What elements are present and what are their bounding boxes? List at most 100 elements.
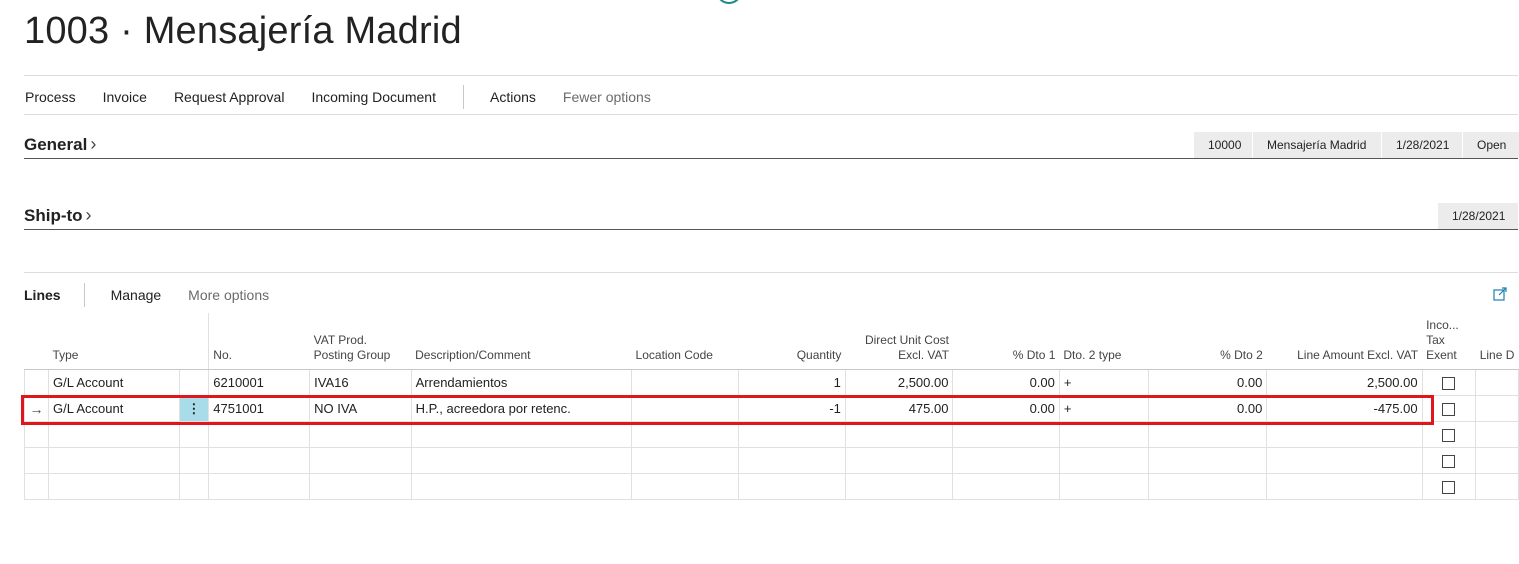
checkbox[interactable] <box>1442 481 1456 495</box>
cell-description[interactable]: Arrendamientos <box>411 369 633 396</box>
cell-amount[interactable] <box>1266 473 1423 500</box>
more-options-button[interactable]: More options <box>188 287 269 303</box>
cell-type[interactable] <box>48 421 180 448</box>
table-row[interactable] <box>24 447 1519 474</box>
cell-tax-exent[interactable] <box>1422 369 1477 396</box>
cell-cost[interactable] <box>845 421 954 448</box>
checkbox[interactable] <box>1442 377 1456 391</box>
cell-quantity[interactable]: 1 <box>738 369 846 396</box>
cell-vat[interactable]: IVA16 <box>309 369 412 396</box>
col-tax-exent[interactable]: Inco... Tax Exent <box>1422 313 1476 370</box>
col-type[interactable]: Type <box>48 313 180 370</box>
cell-vat[interactable] <box>309 473 412 500</box>
cell-tax-exent[interactable] <box>1422 447 1477 474</box>
col-dto1[interactable]: % Dto 1 <box>952 313 1060 370</box>
col-direct-unit-cost[interactable]: Direct Unit Cost Excl. VAT <box>845 313 953 370</box>
cell-dto2[interactable] <box>1148 421 1268 448</box>
cell-cost[interactable] <box>845 473 954 500</box>
table-row[interactable]: G/L Account 6210001 IVA16 Arrendamientos… <box>24 369 1519 396</box>
cell-no[interactable]: 6210001 <box>208 369 311 396</box>
cell-dto2[interactable] <box>1148 447 1268 474</box>
cell-type[interactable] <box>48 473 180 500</box>
table-row[interactable]: → G/L Account ⋮ 4751001 NO IVA H.P., acr… <box>24 395 1519 422</box>
cell-location[interactable] <box>631 473 740 500</box>
cell-cost[interactable] <box>845 447 954 474</box>
cell-amount[interactable]: -475.00 <box>1266 395 1423 422</box>
cell-line-d[interactable] <box>1475 473 1519 500</box>
col-no[interactable]: No. <box>208 313 310 370</box>
cell-type[interactable]: G/L Account <box>48 395 180 422</box>
cell-description[interactable] <box>411 447 633 474</box>
cell-vat[interactable] <box>309 447 412 474</box>
cell-dto1[interactable]: 0.00 <box>952 395 1060 422</box>
cell-amount[interactable]: 2,500.00 <box>1266 369 1423 396</box>
cell-description[interactable] <box>411 473 633 500</box>
cell-description[interactable]: H.P., acreedora por retenc. <box>411 395 633 422</box>
cell-cost[interactable]: 2,500.00 <box>845 369 954 396</box>
process-action[interactable]: Process <box>25 89 76 105</box>
cell-location[interactable] <box>631 421 740 448</box>
col-description[interactable]: Description/Comment <box>411 313 632 370</box>
checkbox[interactable] <box>1442 403 1456 417</box>
incoming-document-action[interactable]: Incoming Document <box>311 89 436 105</box>
col-line-d[interactable]: Line D <box>1475 313 1519 370</box>
general-section-header[interactable]: General › <box>24 134 96 155</box>
cell-amount[interactable] <box>1266 447 1423 474</box>
request-approval-action[interactable]: Request Approval <box>174 89 285 105</box>
cell-type[interactable]: G/L Account <box>48 369 180 396</box>
cell-amount[interactable] <box>1266 421 1423 448</box>
ship-to-section-header[interactable]: Ship-to › <box>24 205 92 226</box>
cell-tax-exent[interactable] <box>1422 473 1477 500</box>
actions-menu[interactable]: Actions <box>490 89 536 105</box>
cell-dto2[interactable]: 0.00 <box>1148 395 1268 422</box>
expand-icon[interactable] <box>1493 287 1507 301</box>
cell-dto2-type[interactable] <box>1059 421 1150 448</box>
cell-type[interactable] <box>48 447 180 474</box>
cell-tax-exent[interactable] <box>1422 395 1477 422</box>
cell-location[interactable] <box>631 447 740 474</box>
col-dto2[interactable]: % Dto 2 <box>1148 313 1267 370</box>
cell-vat[interactable]: NO IVA <box>309 395 412 422</box>
fewer-options-button[interactable]: Fewer options <box>563 89 651 105</box>
cell-quantity[interactable] <box>738 473 846 500</box>
cell-line-d[interactable] <box>1475 369 1519 396</box>
cell-no[interactable] <box>208 447 311 474</box>
cell-dto2-type[interactable] <box>1059 473 1150 500</box>
col-quantity[interactable]: Quantity <box>738 313 846 370</box>
invoice-action[interactable]: Invoice <box>103 89 147 105</box>
cell-tax-exent[interactable] <box>1422 421 1477 448</box>
cell-quantity[interactable] <box>738 421 846 448</box>
cell-location[interactable] <box>631 369 740 396</box>
cell-dto1[interactable]: 0.00 <box>952 369 1060 396</box>
table-row[interactable] <box>24 421 1519 448</box>
checkbox[interactable] <box>1442 455 1456 469</box>
col-location-code[interactable]: Location Code <box>631 313 739 370</box>
cell-quantity[interactable]: -1 <box>738 395 846 422</box>
cell-dto2[interactable]: 0.00 <box>1148 369 1268 396</box>
cell-vat[interactable] <box>309 421 412 448</box>
cell-line-d[interactable] <box>1475 447 1519 474</box>
cell-dto2-type[interactable] <box>1059 447 1150 474</box>
cell-dto1[interactable] <box>952 473 1060 500</box>
cell-no[interactable] <box>208 473 311 500</box>
cell-quantity[interactable] <box>738 447 846 474</box>
cell-dto1[interactable] <box>952 447 1060 474</box>
cell-dto2-type[interactable]: + <box>1059 395 1150 422</box>
cell-dto2-type[interactable]: + <box>1059 369 1150 396</box>
cell-location[interactable] <box>631 395 740 422</box>
col-line-amount[interactable]: Line Amount Excl. VAT <box>1266 313 1423 370</box>
table-row[interactable] <box>24 473 1519 500</box>
cell-line-d[interactable] <box>1475 395 1519 422</box>
cell-dto1[interactable] <box>952 421 1060 448</box>
cell-description[interactable] <box>411 421 633 448</box>
manage-menu[interactable]: Manage <box>111 287 162 303</box>
cell-no[interactable] <box>208 421 311 448</box>
cell-no[interactable]: 4751001 <box>208 395 311 422</box>
row-menu-button[interactable]: ⋮ <box>179 395 210 422</box>
cell-line-d[interactable] <box>1475 421 1519 448</box>
col-vat-posting-group[interactable]: VAT Prod. Posting Group <box>309 313 412 370</box>
cell-cost[interactable]: 475.00 <box>845 395 954 422</box>
col-dto2-type[interactable]: Dto. 2 type <box>1059 313 1149 370</box>
cell-dto2[interactable] <box>1148 473 1268 500</box>
checkbox[interactable] <box>1442 429 1456 443</box>
